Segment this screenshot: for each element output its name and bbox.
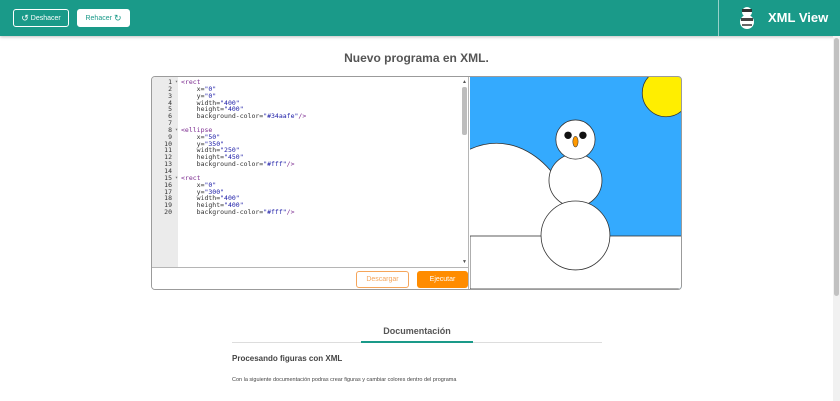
line-code: background-color="#fff"/> [196,160,295,169]
code-line[interactable]: 6 background-color="#34aafe"/> [152,113,306,120]
undo-button[interactable]: ↺ Deshacer [13,9,69,27]
download-button[interactable]: Descargar [356,271,409,288]
active-tab-indicator [361,341,473,343]
top-navbar: ↺ Deshacer Rehacer ↻ XML View [0,0,840,36]
page-title: Nuevo programa en XML. [344,51,489,65]
scroll-up-arrow-icon[interactable]: ▲ [462,79,467,85]
redo-button[interactable]: Rehacer ↻ [77,9,130,27]
code-line[interactable]: 15 ▾ <rect [152,174,306,182]
documentation-heading: Procesando figuras con XML [232,354,343,363]
code-line[interactable]: 14 [152,168,306,175]
brand-title: XML View [768,10,829,25]
code-editor[interactable]: 1 ▾ <rect 2 x="0" 3 y="0" 4 width="400" 5 heig… [152,77,469,267]
code-line[interactable]: 9 x="50" [152,133,306,141]
mascot-logo-icon [740,7,754,29]
code-line[interactable]: 16 x="0" [152,181,306,189]
snowman-beak [572,136,579,148]
code-line[interactable]: 13 background-color="#fff"/> [152,161,306,168]
snowman-bottom [540,200,611,271]
fold-arrow-icon[interactable]: ▾ [172,79,181,86]
undo-label: Deshacer [30,14,61,22]
page-scrollbar[interactable] [833,36,840,401]
run-button[interactable]: Ejecutar [417,271,468,288]
page-scrollbar-thumb[interactable] [834,38,839,296]
snowman-left-eye [564,131,572,140]
line-code: background-color="#fff"/> [196,208,295,217]
editor-actions: Descargar Ejecutar [152,267,469,289]
code-line[interactable]: 2 x="0" [152,85,306,93]
editor-scrollbar-thumb[interactable] [462,87,467,135]
navbar-divider [718,0,719,36]
code-lines[interactable]: 1 ▾ <rect 2 x="0" 3 y="0" 4 width="400" 5 heig… [152,79,306,216]
code-line[interactable]: 1 ▾ <rect [152,79,306,86]
documentation-paragraph: Con la siguiente documentación podras cr… [232,377,457,383]
tab-documentation[interactable]: Documentación [361,326,473,336]
xml-render-canvas [470,77,681,289]
undo-icon: ↺ [21,12,29,23]
line-number: 20 [164,208,172,217]
line-code: background-color="#34aafe"/> [196,112,307,121]
redo-icon: ↻ [113,12,122,23]
snowman-right-eye [579,131,587,140]
code-line[interactable]: 20 background-color="#fff"/> [152,209,306,216]
redo-label: Rehacer [85,14,112,22]
snowman-middle [548,153,603,208]
code-line[interactable]: 7 [152,120,306,127]
page: ↺ Deshacer Rehacer ↻ XML View Nuevo prog… [0,0,840,401]
editor-card: 1 ▾ <rect 2 x="0" 3 y="0" 4 width="400" 5 heig… [151,76,682,290]
code-line[interactable]: 8 ▾ <ellipse [152,126,306,134]
fold-arrow-icon[interactable]: ▾ [172,127,181,134]
scroll-down-arrow-icon[interactable]: ▼ [462,259,467,265]
fold-arrow-icon[interactable]: ▾ [172,175,181,182]
editor-scrollbar[interactable]: ▲ ▼ [460,79,468,265]
